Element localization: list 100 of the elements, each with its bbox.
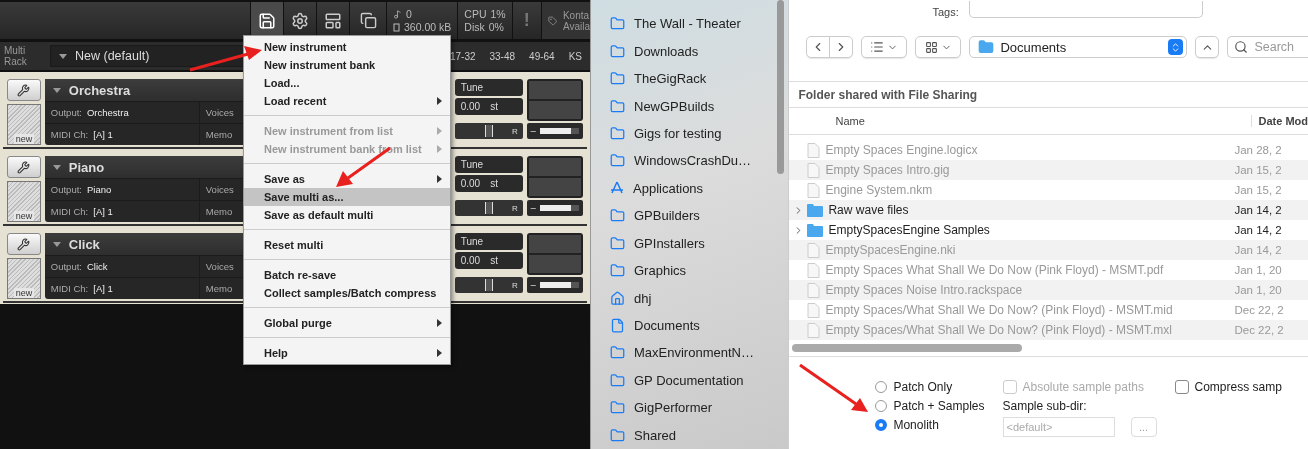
pan-slider[interactable]: R bbox=[454, 123, 523, 139]
wrench-button[interactable] bbox=[7, 79, 41, 101]
menu-item[interactable]: Global purge bbox=[244, 314, 450, 332]
volume-slider[interactable] bbox=[539, 205, 579, 211]
menu-item[interactable]: Load recent bbox=[244, 92, 450, 110]
pan-label: R bbox=[511, 280, 518, 290]
checkbox[interactable] bbox=[1174, 379, 1189, 394]
volume-slider[interactable] bbox=[539, 282, 579, 288]
wrench-button[interactable] bbox=[7, 233, 41, 255]
grid-view-button[interactable] bbox=[915, 36, 962, 58]
menu-item[interactable]: Save multi as... bbox=[244, 188, 450, 206]
sidebar-item[interactable]: GPBuilders bbox=[591, 202, 789, 230]
output-value[interactable]: Click bbox=[86, 261, 108, 272]
license-text: Availa bbox=[562, 20, 590, 32]
midi-label: MIDI Ch: bbox=[50, 283, 89, 294]
pan-handle[interactable] bbox=[484, 125, 493, 137]
sidebar-item[interactable]: Documents bbox=[591, 311, 789, 340]
subdir-field[interactable]: <default> bbox=[1002, 417, 1115, 437]
page-tab[interactable]: KS bbox=[568, 50, 582, 62]
menu-item[interactable]: Save as bbox=[244, 170, 450, 188]
sidebar-item[interactable]: WindowsCrashDu… bbox=[591, 147, 789, 175]
sidebar-item[interactable]: GP Documentation bbox=[591, 366, 789, 395]
file-date: Jan 14, 2 bbox=[1233, 244, 1283, 256]
sidebar-item[interactable]: GigPerformer bbox=[591, 394, 789, 422]
pan-slider[interactable]: R bbox=[454, 277, 523, 293]
memory-label: Memo bbox=[205, 283, 233, 294]
column-header[interactable]: Date Mod bbox=[1250, 115, 1308, 127]
radio-option[interactable]: Patch + Samples bbox=[875, 398, 985, 413]
settings-icon bbox=[291, 11, 309, 30]
menu-item[interactable]: Reset multi bbox=[244, 236, 450, 254]
sidebar-label: Shared bbox=[634, 427, 676, 443]
sidebar-label: The Wall - Theater bbox=[634, 16, 741, 32]
menu-item[interactable]: Save as default multi bbox=[244, 206, 450, 224]
pan-slider[interactable]: R bbox=[454, 200, 523, 216]
location-popup[interactable]: Documents bbox=[969, 36, 1188, 58]
sidebar-item[interactable]: TheGigRack bbox=[591, 64, 789, 93]
pan-handle[interactable] bbox=[484, 202, 493, 214]
checkbox-option[interactable]: Compress samp bbox=[1174, 379, 1282, 394]
output-value[interactable]: Piano bbox=[86, 184, 112, 195]
submenu-arrow-icon bbox=[437, 349, 442, 357]
stepper-icon bbox=[1168, 39, 1184, 55]
sidebar-item[interactable]: Downloads bbox=[591, 37, 789, 65]
file-name: EmptySpacesEngine.nki bbox=[825, 243, 956, 257]
file-icon bbox=[807, 322, 821, 338]
sidebar-item[interactable]: Applications bbox=[591, 174, 789, 203]
volume-slider[interactable] bbox=[539, 128, 579, 134]
sidebar-item[interactable]: Graphics bbox=[591, 256, 789, 285]
sidebar-item[interactable]: Gigs for testing bbox=[591, 119, 789, 148]
submenu-arrow-icon bbox=[437, 319, 442, 327]
submenu-arrow-icon bbox=[437, 127, 442, 135]
disk-value: 0% bbox=[488, 21, 504, 33]
sidebar-item[interactable]: NewGPBuilds bbox=[591, 92, 789, 120]
page-tab[interactable]: 33-48 bbox=[489, 50, 516, 62]
file-icon bbox=[807, 142, 821, 158]
radio-option[interactable]: Monolith bbox=[875, 417, 985, 432]
up-button[interactable] bbox=[1195, 36, 1220, 58]
folder-icon bbox=[610, 263, 625, 279]
sidebar-item[interactable]: The Wall - Theater bbox=[591, 10, 789, 38]
radio-button[interactable] bbox=[875, 418, 888, 431]
tune-unit: st bbox=[490, 101, 498, 112]
sidebar-label: Downloads bbox=[634, 43, 699, 59]
file-name: Empty Spaces Engine.logicx bbox=[825, 143, 978, 157]
subdir-label: Sample sub-dir: bbox=[1002, 399, 1088, 413]
tune-label: Tune bbox=[454, 156, 523, 173]
pan-label: R bbox=[511, 203, 518, 213]
tune-label: Tune bbox=[454, 79, 523, 96]
sidebar-item[interactable]: MaxEnvironmentN… bbox=[591, 339, 789, 367]
tune-value: 0.00 bbox=[460, 101, 481, 112]
menu-item[interactable]: Batch re-save bbox=[244, 266, 450, 284]
output-label: Output: bbox=[50, 184, 82, 195]
file-name: EmptySpacesEngine Samples bbox=[828, 223, 990, 237]
sidebar-label: MaxEnvironmentN… bbox=[634, 345, 754, 361]
menu-item[interactable]: Collect samples/Batch compress bbox=[244, 284, 450, 302]
page-tab[interactable]: 49-64 bbox=[529, 50, 555, 62]
wrench-button[interactable] bbox=[7, 156, 41, 178]
pan-handle[interactable] bbox=[484, 279, 493, 291]
midi-value[interactable]: [A] 1 bbox=[93, 129, 113, 140]
menu-item[interactable]: Help bbox=[244, 344, 450, 362]
sidebar-label: Graphics bbox=[634, 263, 687, 279]
column-header[interactable]: Name bbox=[789, 115, 1251, 127]
midi-value[interactable]: [A] 1 bbox=[93, 206, 113, 217]
grid-icon bbox=[924, 40, 938, 54]
tags-field[interactable] bbox=[968, 1, 1203, 18]
sidebar-item[interactable]: GPInstallers bbox=[591, 229, 789, 257]
output-value[interactable]: Orchestra bbox=[86, 107, 129, 118]
sidebar-item[interactable]: Shared bbox=[591, 421, 789, 449]
rack-label: Multi Rack bbox=[4, 45, 28, 67]
radio-button[interactable] bbox=[875, 399, 888, 412]
file-row[interactable]: Raw wave files Jan 14, 2 bbox=[789, 200, 1308, 220]
radio-button[interactable] bbox=[875, 380, 888, 393]
folder-icon bbox=[610, 208, 625, 224]
folder-icon bbox=[610, 427, 625, 443]
radio-option[interactable]: Patch Only bbox=[875, 379, 985, 394]
page-tab[interactable]: 17-32 bbox=[449, 50, 476, 62]
file-name: Empty Spaces Intro.gig bbox=[825, 163, 950, 177]
memory-icon bbox=[393, 22, 400, 32]
midi-value[interactable]: [A] 1 bbox=[93, 283, 113, 294]
file-date: Dec 22, 2 bbox=[1233, 324, 1285, 336]
menu-item[interactable]: Load... bbox=[244, 74, 450, 92]
sidebar-item[interactable]: dhj bbox=[591, 284, 789, 312]
